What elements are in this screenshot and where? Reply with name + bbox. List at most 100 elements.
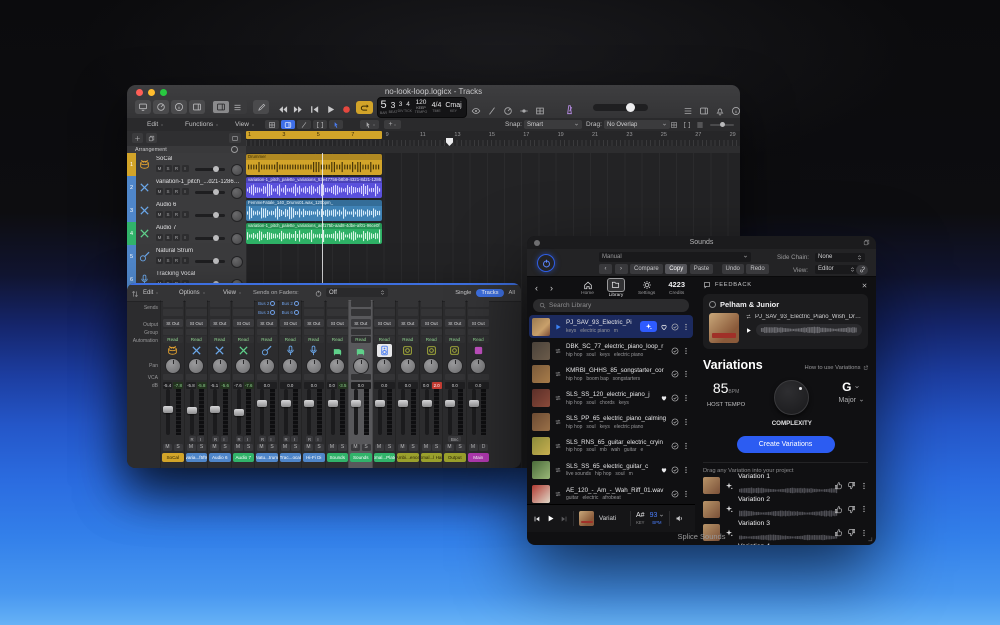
output-select[interactable]: St Out <box>233 319 254 327</box>
fader-cap[interactable] <box>163 406 173 413</box>
duplicate-track-button[interactable] <box>146 133 157 143</box>
channel-name[interactable]: Smal...Plate <box>374 453 396 462</box>
tag[interactable]: hip hop <box>566 424 582 430</box>
mixer-menu-options[interactable]: Options <box>179 290 206 296</box>
link-button[interactable] <box>856 265 868 275</box>
check-circle-icon[interactable] <box>671 370 679 378</box>
pan-knob[interactable] <box>470 358 486 374</box>
pan-knob[interactable] <box>212 358 228 374</box>
mixer-channel-strip[interactable]: St Out Read 0.02.0 MS Smal...l Hall <box>419 300 444 468</box>
group-slot[interactable] <box>304 329 325 335</box>
vca-slot[interactable] <box>421 374 442 380</box>
channel-record-button[interactable]: R <box>212 436 219 442</box>
fader-track[interactable] <box>331 389 335 435</box>
view-all-button[interactable]: All <box>509 290 515 296</box>
region-clip[interactable]: FemmeFatale_140_Drums01.wax_120bpm_ <box>246 200 382 221</box>
heart-outline-icon[interactable] <box>660 323 668 331</box>
channel-record-button[interactable]: R <box>189 436 196 442</box>
tag[interactable]: songstarters <box>613 376 641 382</box>
track-m-button[interactable]: M <box>156 211 163 218</box>
channel-solo-button[interactable]: S <box>362 444 371 451</box>
track-i-button[interactable]: I <box>182 234 189 241</box>
tag[interactable]: live sounds <box>566 471 591 477</box>
output-select[interactable]: St Out <box>445 319 466 327</box>
sample-row[interactable]: SLS_PP_65_electric_piano_calming hip hop… <box>529 411 693 434</box>
volume-value[interactable]: 0.0 <box>327 382 337 389</box>
heart-icon[interactable] <box>660 466 668 474</box>
tag[interactable]: hip hop <box>566 447 582 453</box>
mixer-channel-strip[interactable]: Bus 2 Bus 3 St Out Read 0.0 RI MS Natu..… <box>254 300 279 468</box>
check-circle-icon[interactable] <box>671 418 679 426</box>
kebab-icon[interactable] <box>682 466 690 474</box>
fader-track[interactable] <box>378 389 382 435</box>
group-slot[interactable] <box>210 329 231 335</box>
fader-cap[interactable] <box>328 400 338 407</box>
view-tracks-button[interactable]: Tracks <box>476 289 503 297</box>
pan-knob[interactable] <box>259 358 275 374</box>
tag[interactable]: soul <box>586 352 595 358</box>
channel-input-button[interactable]: I <box>268 436 275 442</box>
channel-solo-button[interactable]: S <box>409 444 418 451</box>
create-variations-button[interactable]: Create Variations <box>737 436 835 453</box>
add-track-button[interactable] <box>132 133 143 143</box>
automation-mode[interactable]: Read <box>445 336 466 343</box>
sample-row[interactable]: PJ_SAV_93_Electric_Pi keyselectric piano… <box>529 315 693 338</box>
send-slot[interactable]: Bus 3 <box>257 309 278 316</box>
channel-input-button[interactable]: I <box>315 436 322 442</box>
send-slot[interactable] <box>210 300 231 307</box>
fader-cap[interactable] <box>257 400 267 407</box>
mixer-channel-strip[interactable]: St Out Read 0.0-3.5 MS Sounds <box>325 300 350 468</box>
vca-slot[interactable] <box>186 374 207 380</box>
channel-mute-button[interactable]: M <box>281 444 290 451</box>
volume-icon[interactable] <box>675 514 684 523</box>
channel-solo-button[interactable]: S <box>221 444 230 451</box>
channel-solo-button[interactable]: S <box>432 444 441 451</box>
master-volume-slider[interactable] <box>593 104 648 111</box>
mixer-channel-strip[interactable]: St Out Read 0.0 RI MS Hi-Fi Di <box>301 300 326 468</box>
pointer-tool-button[interactable] <box>329 120 343 129</box>
volume-value[interactable]: 0.0 <box>468 382 489 389</box>
channel-mute-button[interactable]: M <box>351 444 360 451</box>
sample-waveform[interactable] <box>756 324 862 336</box>
group-slot[interactable] <box>421 329 442 335</box>
panel-button[interactable] <box>189 100 205 114</box>
scale-select[interactable]: Major <box>838 397 864 404</box>
volume-value[interactable]: -5.1 <box>210 382 220 389</box>
sends-on-faders-select[interactable]: Off <box>326 288 388 297</box>
pan-knob[interactable] <box>376 358 392 374</box>
search-input[interactable]: Search Library <box>533 299 689 312</box>
power-icon[interactable] <box>315 290 322 297</box>
loop-icon[interactable] <box>554 394 562 402</box>
redo-button[interactable]: Redo <box>746 264 768 274</box>
channel-name[interactable]: varia...f5f9 <box>186 453 208 462</box>
channel-input-button[interactable]: I <box>221 436 228 442</box>
fader-cap[interactable] <box>351 400 361 407</box>
channel-solo-button[interactable]: S <box>174 444 183 451</box>
track-s-button[interactable]: S <box>165 211 172 218</box>
fader-cap[interactable] <box>304 400 314 407</box>
kebab-icon[interactable] <box>682 347 690 355</box>
send-slot[interactable] <box>163 309 184 316</box>
automation-mode[interactable]: Read <box>351 336 372 343</box>
sample-row[interactable]: SLS_RNS_65_guitar_electric_cryin hip hop… <box>529 435 693 458</box>
channel-mute-button[interactable]: M <box>398 444 407 451</box>
channel-name[interactable]: Output <box>444 453 466 462</box>
group-slot[interactable] <box>257 329 278 335</box>
kebab-icon[interactable] <box>682 442 690 450</box>
knob-button[interactable] <box>153 100 169 114</box>
group-slot[interactable] <box>280 329 301 335</box>
channel-name[interactable]: Natu...trum <box>256 453 278 462</box>
tag[interactable]: keys <box>566 328 576 334</box>
create-variations-shortcut-button[interactable] <box>640 321 657 332</box>
check-circle-icon[interactable] <box>671 394 679 402</box>
automation-mode[interactable]: Read <box>304 336 325 343</box>
pan-knob[interactable] <box>306 358 322 374</box>
menu-functions[interactable]: Functions <box>185 121 219 128</box>
track-header[interactable]: 1 SoCal MSRI <box>127 153 246 177</box>
vca-slot[interactable] <box>304 374 325 380</box>
volume-value[interactable]: 0.0 <box>374 382 395 389</box>
check-circle-icon[interactable] <box>671 466 679 474</box>
output-select[interactable]: St Out <box>163 319 184 327</box>
track-pan-knob[interactable] <box>231 187 243 199</box>
pan-knob[interactable] <box>423 358 439 374</box>
